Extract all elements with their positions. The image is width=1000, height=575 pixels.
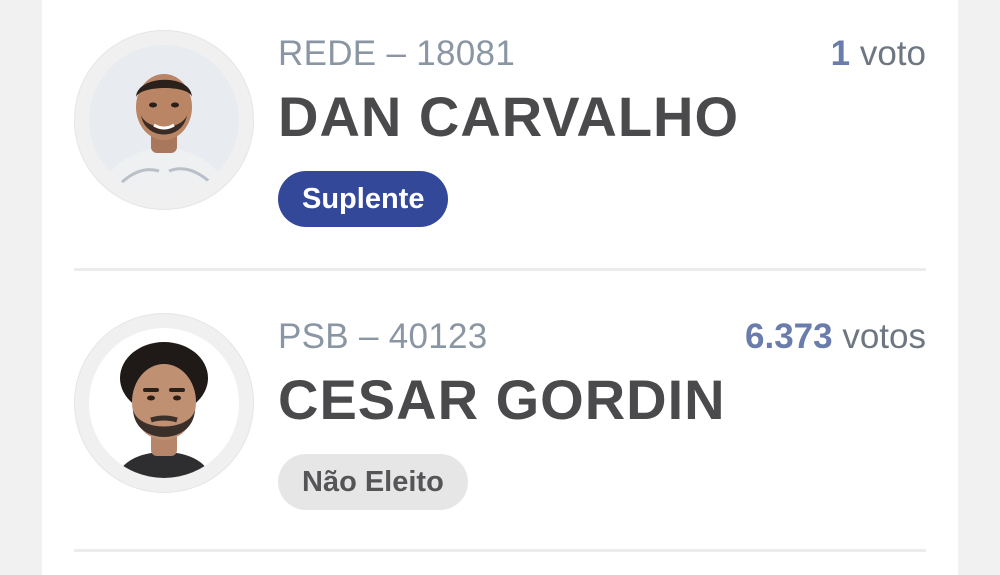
vote-count: 6.373 votos (745, 317, 926, 357)
candidate-name: CESAR GORDIN (278, 368, 726, 431)
vote-count: 1 voto (831, 34, 926, 74)
divider (74, 549, 926, 552)
candidate-name: DAN CARVALHO (278, 85, 740, 148)
vote-count-label: votos (842, 317, 926, 356)
party-number: PSB – 40123 (278, 317, 488, 356)
candidate-card[interactable]: PSB – 40123 6.373 votos CESAR GORDIN Não… (74, 283, 926, 553)
avatar-frame (74, 30, 254, 210)
status-badge: Não Eleito (278, 454, 468, 510)
candidate-photo (89, 328, 239, 478)
candidate-card[interactable]: REDE – 18081 1 voto DAN CARVALHO Suplent… (74, 0, 926, 270)
divider (74, 268, 926, 271)
avatar (89, 328, 239, 478)
candidate-list-panel: REDE – 18081 1 voto DAN CARVALHO Suplent… (42, 0, 958, 575)
status-badge: Suplente (278, 171, 449, 227)
vote-count-number: 1 (830, 34, 851, 73)
avatar-frame (74, 313, 254, 493)
candidate-photo (89, 45, 239, 195)
vote-count-label: voto (859, 34, 926, 73)
avatar (89, 45, 239, 195)
vote-count-number: 6.373 (745, 317, 833, 356)
party-number: REDE – 18081 (278, 34, 516, 73)
